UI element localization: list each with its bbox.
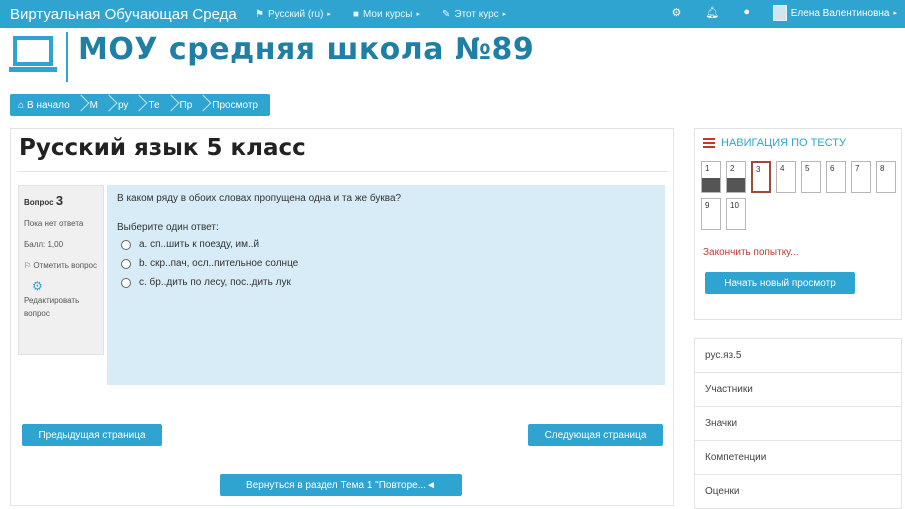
main-content: Русский язык 5 класс Вопрос 3 Пока нет о… — [10, 128, 674, 506]
avatar — [772, 5, 787, 21]
menu-icon — [703, 138, 715, 148]
list-item-badges[interactable]: Значки — [695, 407, 901, 441]
question-tile-1[interactable]: 1 — [701, 161, 721, 193]
radio-button[interactable] — [121, 239, 131, 250]
pencil-icon: ✎ — [441, 8, 451, 20]
list-item-course[interactable]: рус.яз.5 — [695, 339, 901, 373]
language-label: Русский (ru) — [267, 8, 324, 20]
flag-question-link[interactable]: ⚐ Отметить вопрос — [24, 259, 98, 272]
flag-icon: ⚐ — [24, 261, 32, 270]
caret-icon: ▸ — [327, 11, 331, 18]
answer-label: c. бр..дить по лесу, пос..дить лук — [139, 277, 291, 288]
chat-icon[interactable]: ● — [743, 6, 750, 19]
breadcrumb-item[interactable]: ру — [118, 100, 128, 111]
breadcrumb-separator — [165, 94, 175, 116]
breadcrumb-item[interactable]: Пр — [180, 100, 193, 111]
breadcrumb: ⌂ В начало М ру Те Пр Просмотр — [10, 94, 270, 116]
this-course-label: Этот курс — [454, 8, 499, 20]
my-courses-menu[interactable]: ■ Мои курсы ▸ — [353, 9, 420, 20]
home-icon: ⌂ — [18, 99, 25, 111]
return-to-section-button[interactable]: Вернуться в раздел Тема 1 "Повторе...◄ — [220, 474, 462, 496]
list-item-participants[interactable]: Участники — [695, 373, 901, 407]
question-tile-7[interactable]: 7 — [851, 161, 871, 193]
finish-attempt-link[interactable]: Закончить попытку... — [703, 247, 799, 258]
top-navbar: Виртуальная Обучающая Среда ⚑ Русский (r… — [0, 0, 905, 28]
caret-icon: ▸ — [416, 11, 420, 18]
caret-icon: ▸ — [502, 11, 507, 18]
page-header: МОУ средняя школа №89 — [0, 28, 905, 86]
caret-icon: ▸ — [893, 10, 897, 17]
question-tile-9[interactable]: 9 — [701, 198, 721, 230]
question-tile-6[interactable]: 6 — [826, 161, 846, 193]
answer-prompt: Выберите один ответ: — [117, 222, 219, 233]
my-courses-label: Мои курсы — [362, 8, 413, 20]
previous-page-button[interactable]: Предыдущая страница — [22, 424, 162, 446]
question-box: В каком ряду в обоих словах пропущена од… — [107, 185, 665, 385]
list-item-competencies[interactable]: Компетенции — [695, 441, 901, 475]
question-status: Пока нет ответа — [24, 219, 84, 228]
answer-label: b. скр..пач, осл..пительное солнце — [139, 258, 299, 269]
this-course-menu[interactable]: ✎ Этот курс ▸ — [442, 9, 506, 20]
edit-question-link[interactable]: ⚙ Редактировать вопрос — [24, 280, 98, 320]
breadcrumb-home[interactable]: В начало — [27, 100, 70, 111]
question-tile-2[interactable]: 2 — [726, 161, 746, 193]
radio-button[interactable] — [121, 258, 131, 269]
title-divider — [17, 171, 669, 172]
laptop-icon — [9, 36, 57, 72]
question-tile-10[interactable]: 10 — [726, 198, 746, 230]
question-tile-3[interactable]: 3 — [751, 161, 771, 193]
answer-option-b[interactable]: b. скр..пач, осл..пительное солнце — [121, 258, 655, 269]
question-number: Вопрос 3 — [24, 193, 64, 208]
answer-option-c[interactable]: c. бр..дить по лесу, пос..дить лук — [121, 277, 655, 288]
briefcase-icon: ■ — [352, 8, 359, 20]
navbar-icons: ⚙ 🔔︎ ● — [672, 6, 751, 19]
breadcrumb-separator — [75, 94, 85, 116]
gear-icon[interactable]: ⚙ — [672, 6, 682, 19]
answer-label: a. сп..шить к поезду, им..й — [139, 239, 260, 250]
new-preview-button[interactable]: Начать новый просмотр — [705, 272, 855, 294]
breadcrumb-item[interactable]: Те — [148, 100, 159, 111]
breadcrumb-separator — [197, 94, 207, 116]
breadcrumb-separator — [133, 94, 143, 116]
quiz-nav-title: НАВИГАЦИЯ ПО ТЕСТУ — [703, 137, 846, 149]
user-name: Елена Валентиновна — [790, 7, 890, 19]
breadcrumb-separator — [103, 94, 113, 116]
breadcrumb-current: Просмотр — [212, 99, 258, 111]
question-tile-5[interactable]: 5 — [801, 161, 821, 193]
quiz-navigation: НАВИГАЦИЯ ПО ТЕСТУ 1 2 3 4 5 6 7 8 9 10 … — [694, 128, 902, 320]
header-divider — [66, 32, 68, 82]
question-tile-8[interactable]: 8 — [876, 161, 896, 193]
gear-icon: ⚙ — [32, 279, 43, 293]
flag-icon: ⚑ — [255, 8, 264, 20]
question-tiles: 1 2 3 4 5 6 7 8 9 10 — [701, 161, 897, 230]
list-item-grades[interactable]: Оценки — [695, 475, 901, 509]
page-title: Русский язык 5 класс — [19, 135, 306, 161]
bell-icon[interactable]: 🔔︎ — [705, 6, 719, 19]
question-info: Вопрос 3 Пока нет ответа Балл: 1,00 ⚐ От… — [18, 185, 104, 355]
question-text: В каком ряду в обоих словах пропущена од… — [117, 193, 402, 204]
language-menu[interactable]: ⚑ Русский (ru) ▸ — [255, 9, 331, 20]
next-page-button[interactable]: Следующая страница — [528, 424, 663, 446]
question-points: Балл: 1,00 — [24, 240, 64, 249]
site-brand[interactable]: Виртуальная Обучающая Среда — [10, 6, 255, 23]
answer-option-a[interactable]: a. сп..шить к поезду, им..й — [121, 239, 655, 250]
course-block-list: рус.яз.5 Участники Значки Компетенции Оц… — [694, 338, 902, 509]
question-tile-4[interactable]: 4 — [776, 161, 796, 193]
school-title: МОУ средняя школа №89 — [78, 32, 535, 67]
user-menu[interactable]: Елена Валентиновна ▸ — [772, 5, 897, 21]
radio-button[interactable] — [121, 277, 131, 288]
breadcrumb-item[interactable]: М — [90, 100, 98, 111]
